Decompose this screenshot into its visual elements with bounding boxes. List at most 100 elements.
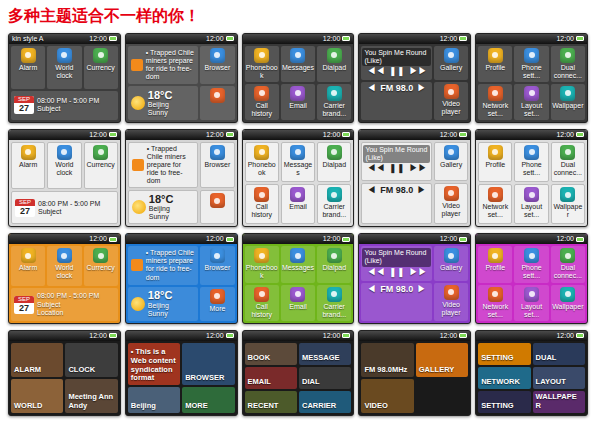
app-tile[interactable]: Messages	[281, 246, 315, 282]
control-button[interactable]: ▶	[417, 186, 426, 196]
metro-tile[interactable]: CARRIER	[299, 391, 351, 413]
metro-tile[interactable]: VIDEO	[361, 379, 413, 413]
phone-screen[interactable]: 12:00ProfilePhone sett...Dual connec...N…	[475, 33, 588, 123]
control-button[interactable]: ▶	[417, 285, 426, 295]
control-button[interactable]: ◀	[367, 186, 376, 196]
control-button[interactable]: ◀◀	[367, 268, 385, 278]
app-tile[interactable]: Call history	[245, 285, 279, 321]
control-button[interactable]: ◀◀	[367, 67, 385, 77]
app-tile[interactable]: Phone sett...	[514, 142, 548, 182]
app-tile[interactable]: World clock	[47, 142, 81, 189]
app-tile[interactable]: More	[200, 287, 234, 321]
player-tile[interactable]: You Spin Me Round (Like)◀◀❚❚▶▶	[361, 46, 432, 81]
metro-tile[interactable]: SETTING	[478, 343, 530, 365]
app-tile[interactable]: Currency	[84, 246, 118, 286]
news-tile[interactable]: • Trapped Chile miners prepare for ride …	[128, 246, 199, 284]
app-tile[interactable]: Phonebook	[245, 46, 279, 82]
phone-screen[interactable]: 12:00AlarmWorld clockCurrencySEP2708:00 …	[8, 129, 121, 227]
control-button[interactable]: ◀	[367, 84, 376, 94]
app-tile[interactable]: Phonebook	[245, 246, 279, 282]
metro-tile[interactable]: MESSAGE	[299, 343, 351, 365]
event-tile[interactable]: SEP2708:00 PM - 5:00 PMSubject	[11, 191, 118, 224]
app-tile[interactable]: Phone sett...	[514, 46, 548, 82]
app-tile[interactable]: Call history	[245, 84, 279, 120]
radio-tile[interactable]: ◀FM 98.0▶	[361, 283, 432, 321]
phone-screen[interactable]: 12:00PhonebookMessagesDialpadCall histor…	[242, 129, 355, 227]
app-tile[interactable]: Profile	[478, 142, 512, 182]
control-button[interactable]: ❚❚	[389, 164, 405, 174]
app-tile[interactable]: Carrier brand...	[317, 184, 351, 224]
control-button[interactable]: ◀◀	[367, 164, 385, 174]
app-tile[interactable]: Network set...	[478, 84, 512, 120]
metro-tile[interactable]: DUAL	[533, 343, 585, 365]
app-tile[interactable]: Dialpad	[317, 46, 351, 82]
control-button[interactable]: ▶▶	[409, 164, 427, 174]
app-tile[interactable]: Dual connec...	[551, 142, 585, 182]
phone-screen[interactable]: 12:00• This is a Web content syndication…	[125, 330, 238, 416]
control-button[interactable]: ▶▶	[409, 268, 427, 278]
phone-screen[interactable]: 12:00• Trapped Chile miners prepare for …	[125, 33, 238, 123]
metro-tile[interactable]: WALLPAPER	[533, 391, 585, 413]
app-tile[interactable]: Browser	[200, 46, 234, 84]
metro-tile[interactable]: NETWORK	[478, 367, 530, 389]
metro-tile[interactable]: EMAIL	[245, 367, 297, 389]
app-tile[interactable]: Wallpaper	[551, 84, 585, 120]
app-tile[interactable]: Wallpaper	[551, 285, 585, 321]
metro-tile[interactable]: • This is a Web content syndication form…	[128, 343, 180, 385]
app-tile[interactable]: Gallery	[434, 142, 468, 181]
metro-tile[interactable]: ALARM	[11, 343, 63, 377]
news-tile[interactable]: • Trapped Chile miners prepare for ride …	[128, 142, 199, 188]
control-button[interactable]: ◀	[367, 285, 376, 295]
radio-tile[interactable]: ◀FM 98.0▶	[361, 183, 432, 225]
metro-tile[interactable]: CLOCK	[65, 343, 117, 377]
phone-screen[interactable]: 12:00You Spin Me Round (Like)◀◀❚❚▶▶Galle…	[358, 129, 471, 227]
app-tile[interactable]: World clock	[47, 246, 81, 286]
app-tile[interactable]: Email	[281, 184, 315, 224]
phone-screen[interactable]: 12:00You Spin Me Round (Like)◀◀❚❚▶▶Galle…	[358, 33, 471, 123]
event-tile[interactable]: SEP2708:00 PM - 5:00 PMSubject	[11, 91, 118, 120]
weather-tile[interactable]: 18°CBeijingSunny	[128, 190, 199, 224]
metro-tile[interactable]: SETTING	[478, 391, 530, 413]
app-tile[interactable]: Alarm	[11, 246, 45, 286]
app-tile[interactable]	[200, 86, 234, 120]
app-tile[interactable]: Dialpad	[317, 142, 351, 182]
app-tile[interactable]: Layout set...	[514, 84, 548, 120]
app-tile[interactable]: Carrier brand...	[317, 84, 351, 120]
app-tile[interactable]: Network set...	[478, 285, 512, 321]
app-tile[interactable]: Video player	[434, 82, 468, 120]
app-tile[interactable]: Messages	[281, 46, 315, 82]
metro-tile[interactable]: RECENT	[245, 391, 297, 413]
app-tile[interactable]: Messages	[281, 142, 315, 182]
metro-tile[interactable]: FM 98.0MHz	[361, 343, 413, 377]
app-tile[interactable]: Network set...	[478, 184, 512, 224]
metro-tile[interactable]: WORLD	[11, 379, 63, 413]
radio-tile[interactable]: ◀FM 98.0▶	[361, 82, 432, 120]
app-tile[interactable]: Alarm	[11, 46, 45, 89]
phone-screen[interactable]: 12:00ProfilePhone sett...Dual connec...N…	[475, 233, 588, 323]
phone-screen[interactable]: 12:00SETTINGDUALNETWORKLAYOUTSETTINGWALL…	[475, 330, 588, 416]
player-tile[interactable]: You Spin Me Round (Like)◀◀❚❚▶▶	[361, 246, 432, 281]
metro-tile[interactable]: BOOK	[245, 343, 297, 365]
phone-screen[interactable]: 12:00• Trapped Chile miners prepare for …	[125, 129, 238, 227]
weather-tile[interactable]: 18°CBeijingSunny	[128, 86, 199, 120]
news-tile[interactable]: • Trapped Chile miners prepare for ride …	[128, 46, 199, 84]
app-tile[interactable]: Email	[281, 285, 315, 321]
app-tile[interactable]: Video player	[434, 283, 468, 321]
app-tile[interactable]: Video player	[434, 183, 468, 225]
app-tile[interactable]: Wallpaper	[551, 184, 585, 224]
control-button[interactable]: ❚❚	[389, 67, 405, 77]
app-tile[interactable]: Call history	[245, 184, 279, 224]
app-tile[interactable]: Dialpad	[317, 246, 351, 282]
phone-screen[interactable]: kin style A12:00AlarmWorld clockCurrency…	[8, 33, 121, 123]
metro-tile[interactable]: Beijing	[128, 387, 180, 413]
app-tile[interactable]: Browser	[200, 246, 234, 284]
phone-screen[interactable]: 12:00PhonebookMessagesDialpadCall histor…	[242, 33, 355, 123]
app-tile[interactable]: Currency	[84, 46, 118, 89]
app-tile[interactable]: World clock	[47, 46, 81, 89]
metro-tile[interactable]: BROWSER	[182, 343, 234, 385]
app-tile[interactable]: Phonebook	[245, 142, 279, 182]
phone-screen[interactable]: 12:00FM 98.0MHzGALLERYVIDEO	[358, 330, 471, 416]
app-tile[interactable]	[200, 190, 234, 224]
phone-screen[interactable]: 12:00ProfilePhone sett...Dual connec...N…	[475, 129, 588, 227]
weather-tile[interactable]: 18°CBeijingSunny	[128, 287, 199, 321]
